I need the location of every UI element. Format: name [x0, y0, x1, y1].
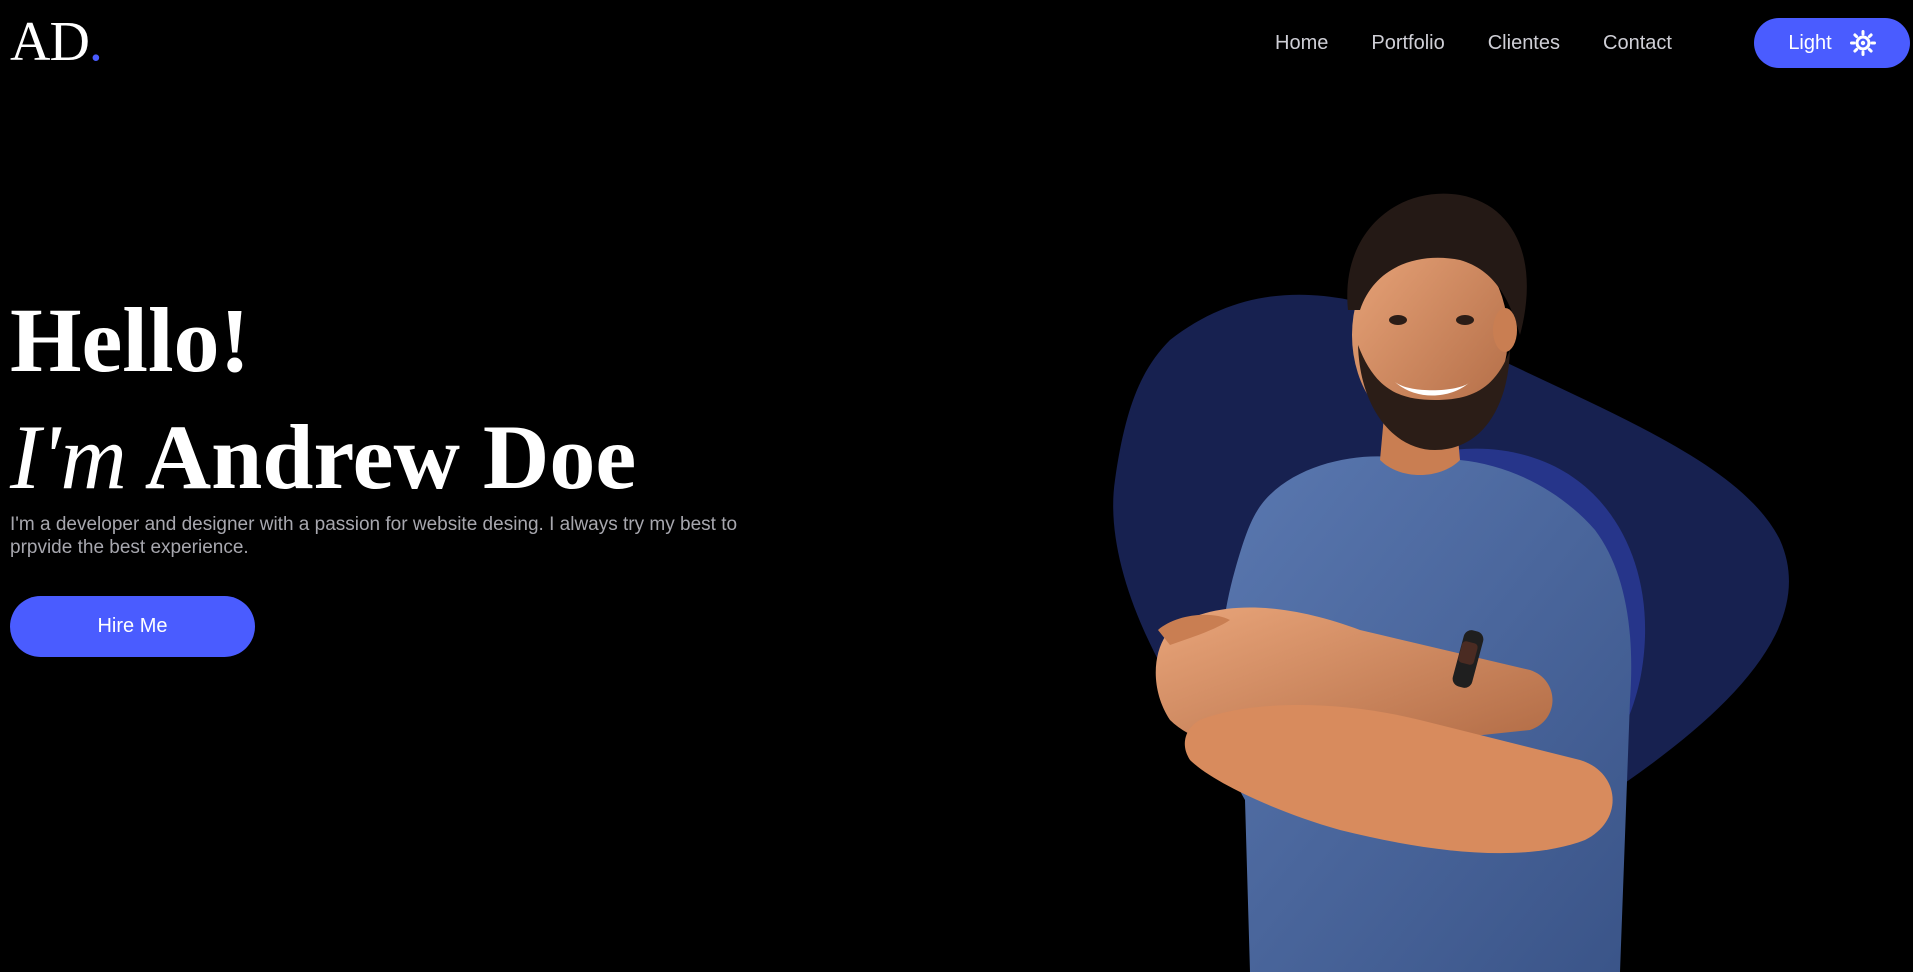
hero-description: I'm a developer and designer with a pass…	[10, 514, 738, 558]
nav-link-clientes[interactable]: Clientes	[1488, 30, 1560, 56]
hero-illustration	[1113, 193, 1789, 972]
sun-icon	[1849, 30, 1876, 56]
hero-greeting: Hello!	[10, 289, 251, 391]
hero-name: Andrew Doe	[144, 406, 637, 508]
logo-text: AD	[10, 11, 90, 73]
nav-link-portfolio[interactable]: Portfolio	[1371, 30, 1444, 56]
hero-name-heading: I'm Andrew Doe	[10, 405, 636, 509]
logo-dot: .	[88, 11, 103, 73]
nav-link-contact[interactable]: Contact	[1603, 30, 1672, 56]
main-nav: Home Portfolio Clientes Contact	[1260, 30, 1715, 56]
hero-im: I'm	[10, 406, 127, 508]
hire-me-button[interactable]: Hire Me	[10, 596, 255, 657]
theme-toggle-button[interactable]: Light	[1754, 18, 1910, 68]
hero-image	[1040, 160, 1840, 972]
theme-toggle-label: Light	[1788, 31, 1832, 54]
site-logo[interactable]: AD.	[10, 10, 103, 74]
nav-link-home[interactable]: Home	[1275, 30, 1328, 56]
